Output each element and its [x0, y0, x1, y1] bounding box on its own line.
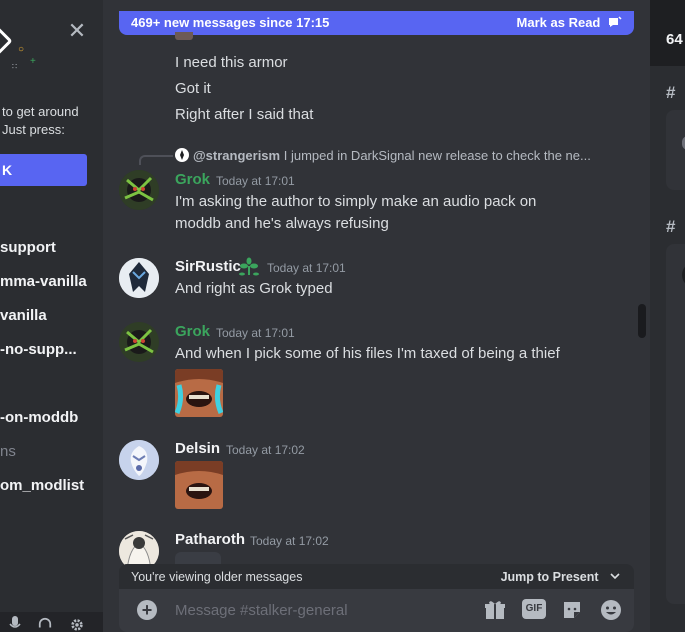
jump-to-present-button[interactable]: Jump to Present — [501, 564, 620, 590]
sidebar-channel-no-support[interactable]: -no-supp... — [0, 339, 77, 361]
mark-read-icon — [609, 16, 622, 27]
avatar[interactable] — [119, 322, 159, 362]
gear-icon[interactable] — [70, 616, 84, 632]
avatar-grok — [119, 170, 159, 210]
timestamp: Today at 17:02 — [250, 534, 329, 548]
laughing-emoji-image[interactable] — [175, 461, 223, 509]
message-text: moddb and he's always refusing — [175, 215, 389, 232]
sparkle-icon: ○ — [18, 44, 25, 55]
sparkle-icon: + — [30, 56, 36, 67]
reply-snippet: I jumped in DarkSignal new release to ch… — [283, 148, 591, 163]
attachment-preview — [175, 552, 221, 564]
close-icon[interactable]: ✕ — [66, 20, 88, 42]
reply-preview[interactable]: @strangerism I jumped in DarkSignal new … — [175, 147, 591, 165]
older-messages-text: You're viewing older messages — [131, 570, 303, 584]
emoji-icon[interactable] — [600, 599, 622, 621]
message-text: Right after I said that — [175, 106, 314, 123]
message-text: I'm asking the author to simply make an … — [175, 193, 537, 210]
headphones-icon[interactable] — [38, 616, 52, 632]
message-text: I need this armor — [175, 54, 288, 71]
timestamp: Today at 17:01 — [216, 174, 295, 188]
mark-as-read-label: Mark as Read — [516, 15, 601, 30]
avatar-sirrustic — [119, 258, 159, 298]
channel-sidebar: ○ + ∷ ✕ to get around Just press: K supp… — [0, 0, 103, 632]
sidebar-channel-support[interactable]: support — [0, 237, 56, 259]
tip-text: to get around Just press: — [0, 103, 103, 139]
sticker-icon[interactable] — [561, 599, 583, 621]
message-composer: + GIF — [119, 589, 634, 632]
laughing-emoji-image[interactable] — [175, 369, 223, 417]
avatar[interactable] — [119, 170, 159, 210]
scrollbar-thumb[interactable] — [638, 304, 646, 338]
sparkle-icon: ∷ — [12, 62, 18, 71]
username[interactable]: Delsin — [175, 438, 220, 460]
avatar-delsin — [119, 440, 159, 480]
sidebar-channel-muted[interactable]: ns — [0, 441, 16, 463]
plant-badge-icon — [239, 257, 259, 276]
jump-to-present-label: Jump to Present — [500, 570, 599, 584]
username[interactable]: Grok — [175, 169, 210, 191]
forum-card[interactable] — [666, 110, 685, 190]
sidebar-channel-modlist[interactable]: om_modlist — [0, 475, 84, 497]
message-input[interactable] — [175, 598, 475, 622]
gift-icon[interactable] — [484, 599, 506, 621]
tip-illustration — [0, 25, 13, 57]
reply-connector — [139, 155, 173, 165]
user-panel — [0, 612, 103, 632]
embed-thumbnail — [175, 32, 193, 40]
right-panel: 64 # # — [650, 0, 685, 632]
timestamp: Today at 17:01 — [216, 326, 295, 340]
microphone-icon[interactable] — [8, 616, 22, 632]
timestamp: Today at 17:01 — [267, 261, 346, 275]
avatar-grok — [119, 322, 159, 362]
reply-author[interactable]: @strangerism — [193, 148, 280, 163]
sidebar-channel-on-moddb[interactable]: -on-moddb — [0, 407, 78, 429]
avatar[interactable] — [119, 258, 159, 298]
username[interactable]: Grok — [175, 321, 210, 343]
username[interactable]: SirRustic — [175, 256, 241, 278]
message-text: And when I pick some of his files I'm ta… — [175, 345, 560, 362]
forum-card[interactable] — [666, 244, 685, 604]
member-count: 64 — [650, 0, 685, 66]
reply-avatar-icon — [175, 148, 189, 162]
tip-line-1: to get around — [2, 104, 79, 119]
chat-area: 469+ new messages since 17:15 Mark as Re… — [103, 0, 650, 632]
gif-button[interactable]: GIF — [522, 599, 546, 619]
hash-icon: # — [666, 217, 676, 236]
message-text: And right as Grok typed — [175, 280, 333, 297]
mark-as-read-button[interactable]: Mark as Read — [517, 11, 622, 35]
sidebar-channel-vanilla[interactable]: vanilla — [0, 305, 47, 327]
sidebar-channel-mma-vanilla[interactable]: mma-vanilla — [0, 271, 87, 293]
timestamp: Today at 17:02 — [226, 443, 305, 457]
tip-line-2: Just press: — [2, 122, 65, 137]
shortcut-button[interactable]: K — [0, 154, 87, 186]
message-text: Got it — [175, 80, 211, 97]
chevron-down-icon — [610, 573, 620, 580]
avatar[interactable] — [119, 440, 159, 480]
new-messages-text: 469+ new messages since 17:15 — [131, 15, 330, 30]
username[interactable]: Patharoth — [175, 529, 245, 551]
hash-icon: # — [666, 83, 676, 102]
add-attachment-button[interactable]: + — [137, 600, 157, 620]
new-messages-banner[interactable]: 469+ new messages since 17:15 Mark as Re… — [119, 11, 634, 35]
keyboard-tip-popup: ○ + ∷ ✕ to get around Just press: K — [0, 0, 103, 200]
older-messages-bar: You're viewing older messages Jump to Pr… — [119, 564, 634, 590]
